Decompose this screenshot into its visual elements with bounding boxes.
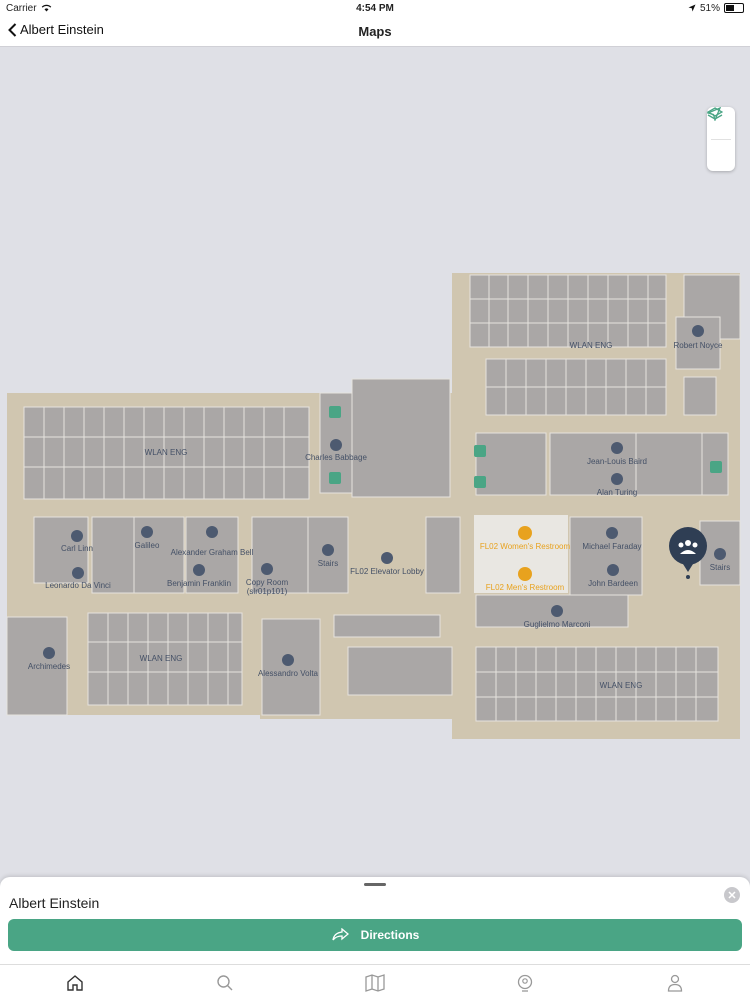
meeting-room-icon-copy-room[interactable] — [261, 563, 273, 575]
label-archimedes: Archimedes — [28, 662, 70, 671]
zone-label-wlan-2: WLAN ENG — [145, 448, 188, 457]
label-alessandro-volta: Alessandro Volta — [258, 669, 319, 678]
stairs-icon-left[interactable] — [322, 544, 334, 556]
meeting-room-icon-bardeen[interactable] — [607, 564, 619, 576]
label-alexander-graham-bell: Alexander Graham Bell — [171, 548, 254, 557]
battery-fill — [726, 5, 735, 11]
label-womens-restroom: FL02 Women's Restroom — [480, 542, 571, 551]
restroom-area[interactable] — [474, 515, 568, 593]
meeting-room-icon-volta[interactable] — [282, 654, 294, 666]
meeting-room-icon-archimedes[interactable] — [43, 647, 55, 659]
meeting-room-icon-marconi[interactable] — [551, 605, 563, 617]
meeting-room-icon-graham-bell[interactable] — [206, 526, 218, 538]
label-elevator-lobby: FL02 Elevator Lobby — [350, 567, 424, 576]
restroom-icon-womens[interactable] — [518, 526, 532, 540]
label-benjamin-franklin: Benjamin Franklin — [167, 579, 231, 588]
room-alessandro-volta — [261, 618, 321, 716]
map-controls — [707, 107, 735, 171]
tab-bar — [0, 964, 750, 1001]
label-john-bardeen: John Bardeen — [588, 579, 638, 588]
tab-search[interactable] — [205, 968, 245, 998]
locate-button[interactable] — [707, 107, 735, 172]
stairs-icon-right[interactable] — [714, 548, 726, 560]
meeting-room-icon-faraday[interactable] — [606, 527, 618, 539]
meeting-room-icon-robert-noyce[interactable] — [692, 325, 704, 337]
floor-plan[interactable]: WLAN ENG WLAN ENG WLAN ENG WLAN ENG Robe… — [0, 47, 750, 877]
label-carl-linn: Carl Linn — [61, 544, 93, 553]
room-south-strip — [333, 614, 441, 638]
share-arrow-icon — [332, 928, 349, 941]
label-alan-turing: Alan Turing — [597, 488, 637, 497]
label-copy-room: Copy Room — [246, 578, 289, 587]
poi-icon-mid-south[interactable] — [474, 476, 486, 488]
location-arrow-icon — [707, 107, 721, 121]
restroom-icon-mens[interactable] — [518, 567, 532, 581]
zone-label-wlan-4: WLAN ENG — [600, 681, 643, 690]
label-charles-babbage: Charles Babbage — [305, 453, 367, 462]
close-button[interactable] — [724, 887, 740, 903]
label-galileo: Galileo — [135, 541, 160, 550]
sheet-title: Albert Einstein — [9, 895, 100, 911]
directions-button-label: Directions — [360, 928, 420, 942]
meeting-room-icon-da-vinci[interactable] — [72, 567, 84, 579]
poi-icon-charles-babbage-south[interactable] — [329, 472, 341, 484]
meeting-room-icon-galileo[interactable] — [141, 526, 153, 538]
meeting-room-icon-charles-babbage[interactable] — [330, 439, 342, 451]
tab-home[interactable] — [55, 968, 95, 998]
location-sheet: Albert Einstein Directions — [0, 877, 750, 964]
tab-map[interactable] — [355, 968, 395, 998]
battery-icon — [724, 3, 744, 13]
label-robert-noyce: Robert Noyce — [674, 341, 723, 350]
meeting-room-icon-franklin[interactable] — [193, 564, 205, 576]
meeting-room-icon-jean-louis-baird[interactable] — [611, 442, 623, 454]
floor-map[interactable]: WLAN ENG WLAN ENG WLAN ENG WLAN ENG Robe… — [0, 47, 750, 877]
zone-label-wlan-1: WLAN ENG — [570, 341, 613, 350]
room-service — [425, 516, 461, 594]
poi-icon-mid-north[interactable] — [474, 445, 486, 457]
label-guglielmo-marconi: Guglielmo Marconi — [524, 620, 591, 629]
poi-icon-east[interactable] — [710, 461, 722, 473]
home-icon — [67, 975, 83, 991]
desk-zone-bottom-right — [475, 646, 719, 722]
map-icon — [365, 974, 385, 992]
tab-profile[interactable] — [655, 968, 695, 998]
clock: 4:54 PM — [356, 2, 394, 14]
label-stairs-right: Stairs — [710, 563, 730, 572]
status-bar: Carrier 4:54 PM 51% — [0, 0, 750, 16]
close-icon — [728, 891, 736, 899]
label-jean-louis-baird: Jean-Louis Baird — [587, 457, 647, 466]
room-south-core — [347, 646, 453, 696]
page-title: Maps — [358, 24, 392, 39]
poi-icon-charles-babbage-north[interactable] — [329, 406, 341, 418]
label-leonardo-da-vinci: Leonardo Da Vinci — [45, 581, 111, 590]
label-copy-room-code: (slr01p101) — [247, 587, 288, 596]
label-mens-restroom: FL02 Men's Restroom — [486, 583, 565, 592]
elevator-icon[interactable] — [381, 552, 393, 564]
sheet-grabber-handle[interactable] — [364, 883, 386, 886]
user-icon — [667, 974, 683, 992]
room-core — [351, 378, 451, 498]
zone-label-wlan-3: WLAN ENG — [140, 654, 183, 663]
search-icon — [217, 975, 233, 991]
meeting-room-icon-alan-turing[interactable] — [611, 473, 623, 485]
location-pin-icon — [517, 974, 533, 992]
directions-button[interactable]: Directions — [8, 919, 742, 951]
label-michael-faraday: Michael Faraday — [582, 542, 641, 551]
meeting-room-icon-carl-linn[interactable] — [71, 530, 83, 542]
room-block-mid — [475, 432, 547, 496]
room-small-ne — [683, 376, 717, 416]
navigation-bar: Albert Einstein Maps — [0, 16, 750, 47]
tab-places[interactable] — [505, 968, 545, 998]
label-stairs-left: Stairs — [318, 559, 338, 568]
